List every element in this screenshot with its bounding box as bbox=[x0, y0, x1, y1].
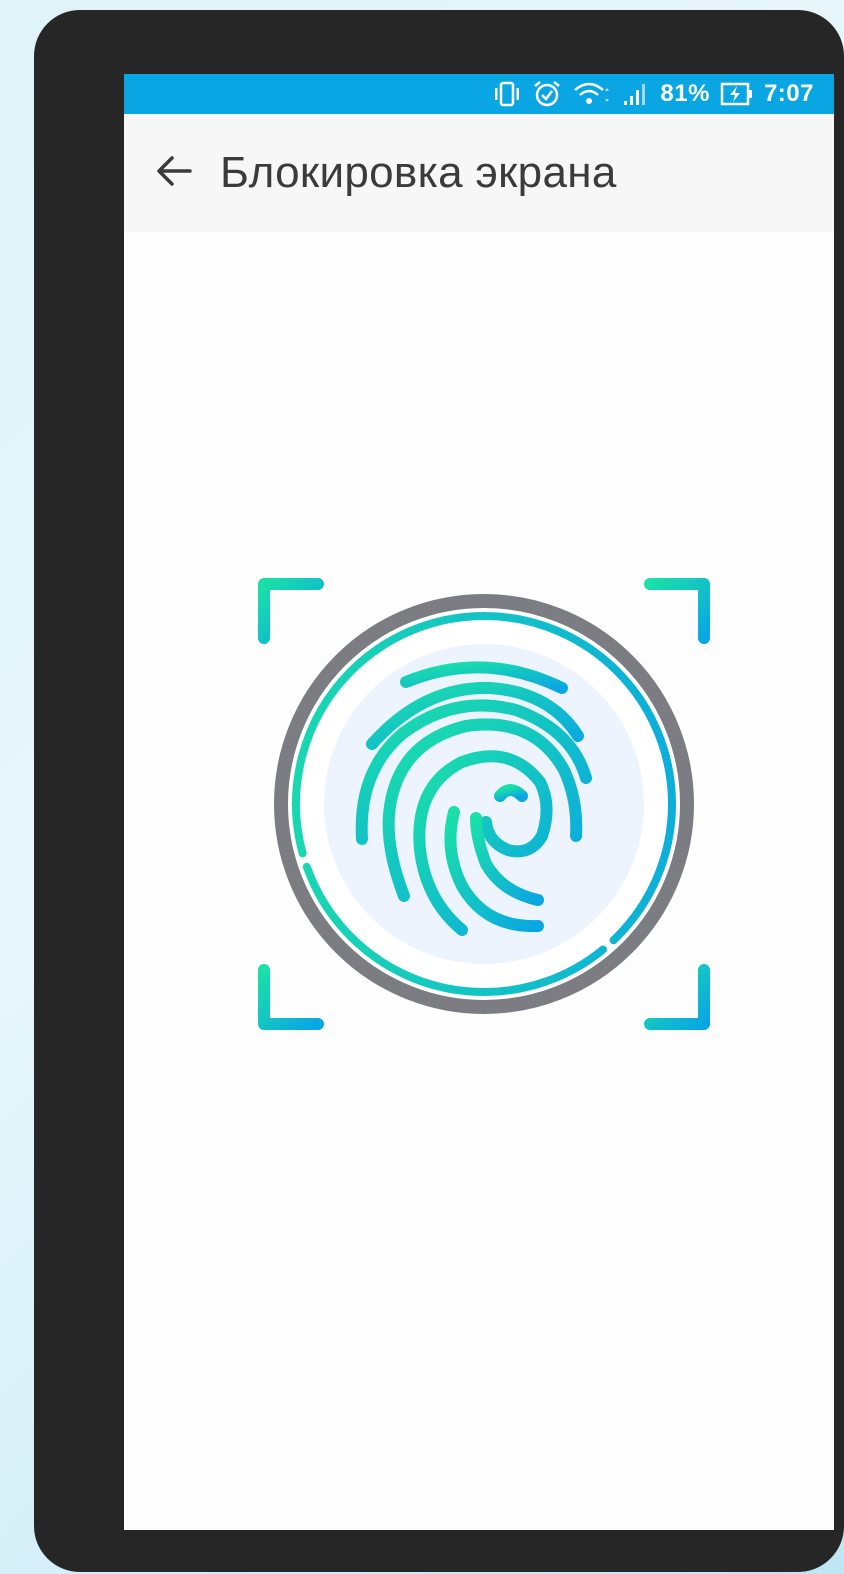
status-time: 7:07 bbox=[763, 80, 814, 107]
page-title: Блокировка экрана bbox=[220, 148, 617, 197]
screen: 81% 7:07 Блокировка экрана bbox=[124, 74, 834, 1530]
fingerprint-icon bbox=[258, 578, 710, 1030]
app-bar: Блокировка экрана bbox=[124, 114, 834, 232]
battery-charging-icon bbox=[720, 81, 754, 107]
vibrate-icon bbox=[492, 81, 522, 107]
battery-percent: 81% bbox=[660, 80, 710, 107]
phone-frame: 81% 7:07 Блокировка экрана bbox=[34, 10, 844, 1572]
signal-icon bbox=[622, 81, 650, 107]
status-bar: 81% 7:07 bbox=[124, 74, 834, 114]
arrow-left-icon bbox=[154, 153, 194, 194]
alarm-icon bbox=[532, 80, 562, 108]
back-button[interactable] bbox=[144, 143, 204, 203]
wifi-icon bbox=[572, 80, 612, 108]
fingerprint-illustration bbox=[254, 574, 714, 1034]
